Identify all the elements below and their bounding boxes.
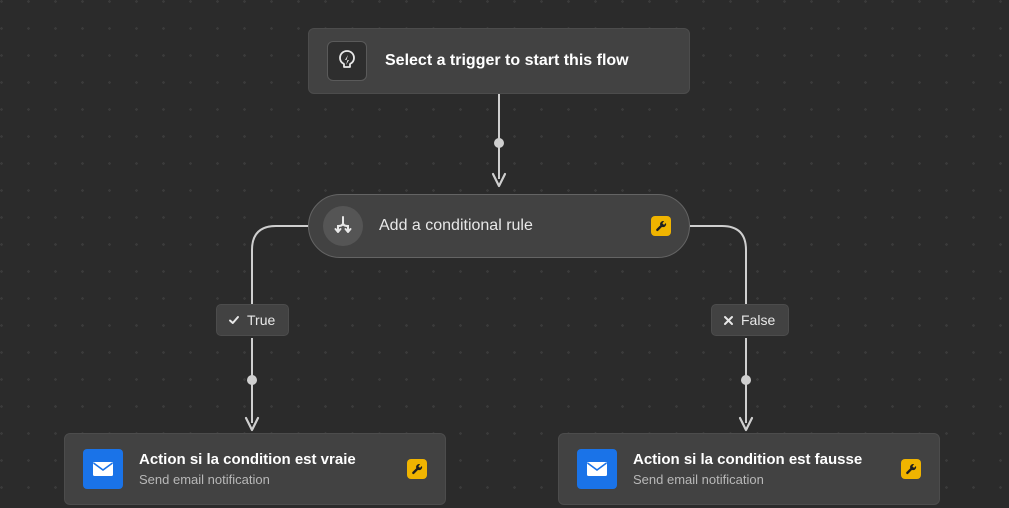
action-true-subtitle: Send email notification <box>139 472 407 487</box>
action-true-title: Action si la condition est vraie <box>139 451 407 468</box>
warning-badge[interactable] <box>407 459 427 479</box>
trigger-node[interactable]: Select a trigger to start this flow <box>308 28 690 94</box>
warning-badge[interactable] <box>901 459 921 479</box>
action-true-node[interactable]: Action si la condition est vraie Send em… <box>64 433 446 505</box>
check-icon <box>228 314 240 326</box>
close-icon <box>723 315 734 326</box>
branch-true-label[interactable]: True <box>216 304 289 336</box>
bolt-icon <box>337 50 357 72</box>
branch-icon <box>332 215 354 237</box>
wrench-icon <box>411 463 423 475</box>
condition-node[interactable]: Add a conditional rule <box>308 194 690 258</box>
branch-true-text: True <box>247 312 275 328</box>
action-icon-box <box>83 449 123 489</box>
condition-label: Add a conditional rule <box>379 217 651 235</box>
action-false-node[interactable]: Action si la condition est fausse Send e… <box>558 433 940 505</box>
branch-false-text: False <box>741 312 775 328</box>
action-false-title: Action si la condition est fausse <box>633 451 901 468</box>
action-false-subtitle: Send email notification <box>633 472 901 487</box>
wrench-icon <box>655 220 667 232</box>
mail-icon <box>586 461 608 477</box>
flow-canvas[interactable]: Select a trigger to start this flow Add … <box>0 0 1009 508</box>
wrench-icon <box>905 463 917 475</box>
trigger-label: Select a trigger to start this flow <box>385 52 629 70</box>
warning-badge[interactable] <box>651 216 671 236</box>
action-icon-box <box>577 449 617 489</box>
branch-false-label[interactable]: False <box>711 304 789 336</box>
mail-icon <box>92 461 114 477</box>
trigger-icon-box <box>327 41 367 81</box>
condition-icon-box <box>323 206 363 246</box>
